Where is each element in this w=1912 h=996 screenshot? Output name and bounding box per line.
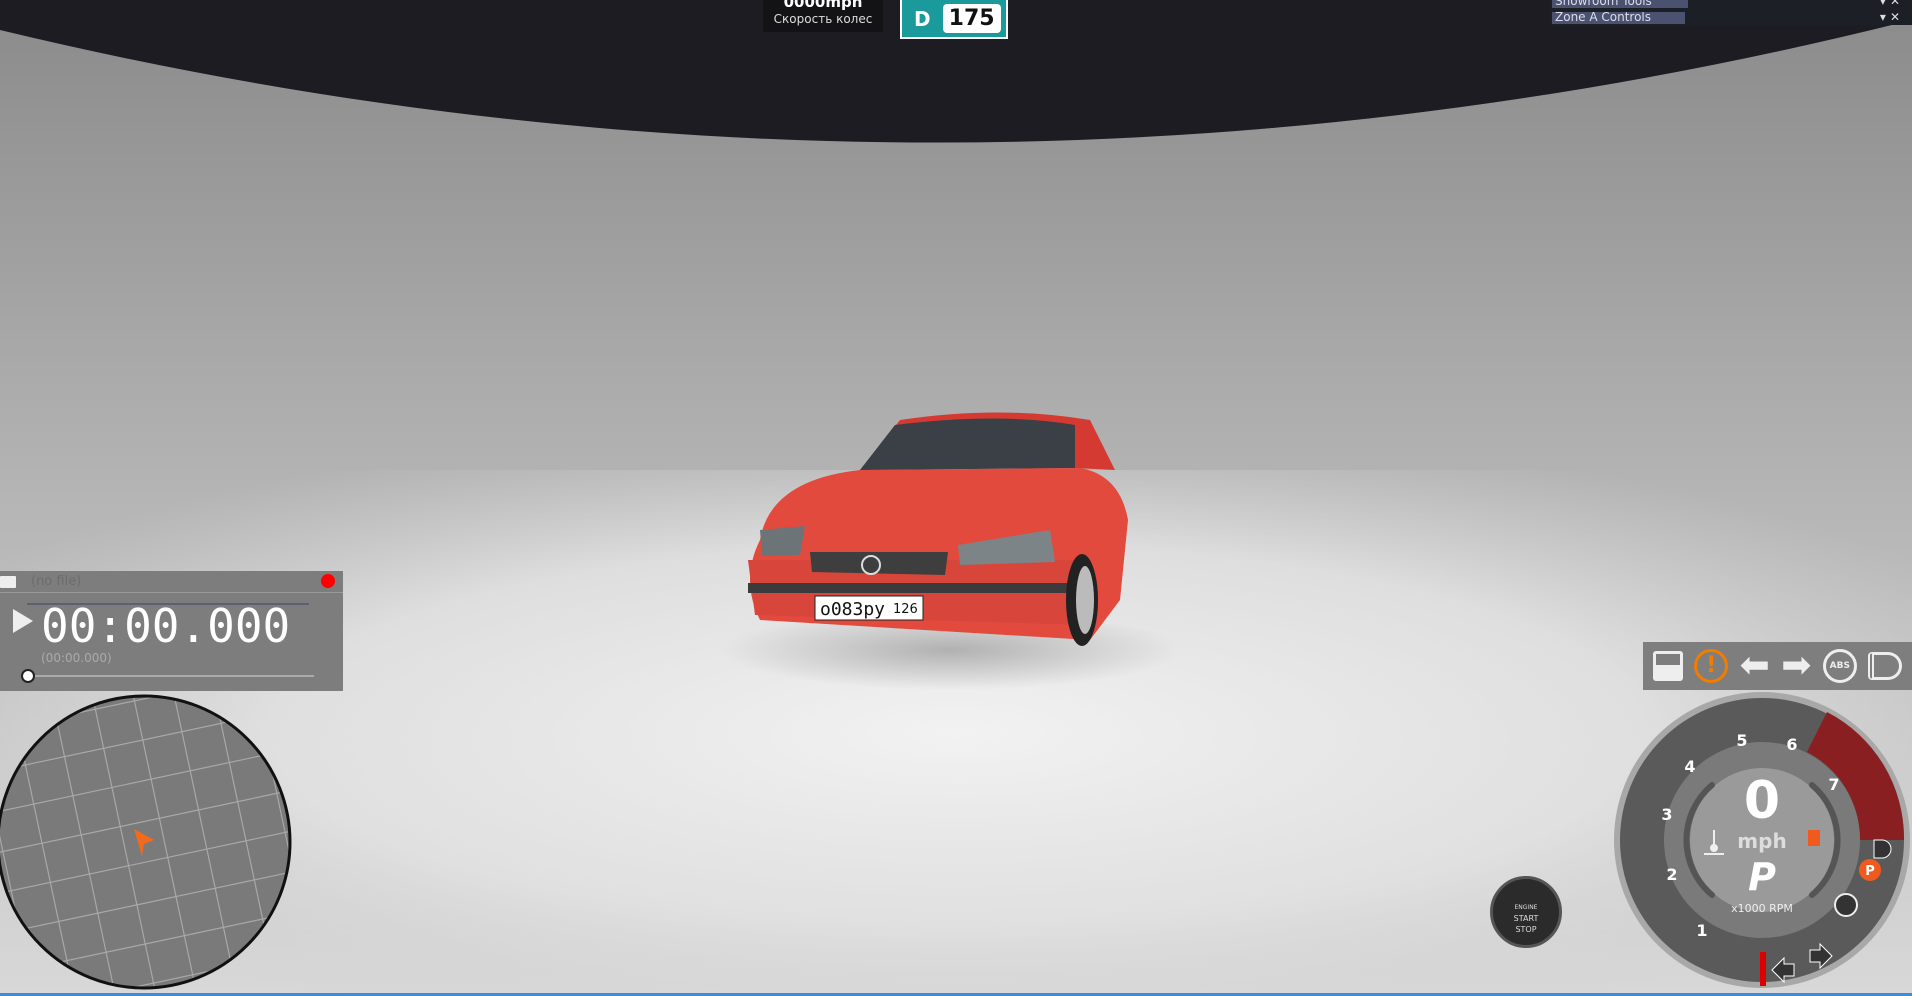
replay-seek-track[interactable] (28, 675, 314, 677)
replay-time: 00:00.000 (41, 599, 291, 653)
window-title[interactable]: Showroom Tools (1552, 0, 1688, 8)
window-controls[interactable]: ▾✕ (1880, 0, 1904, 7)
gear-display: D 175 (900, 0, 1008, 39)
rpm-tick: 1 (1696, 921, 1707, 940)
rpm-tick: 5 (1736, 731, 1747, 750)
svg-text:P: P (1865, 864, 1875, 879)
gear-value: 175 (942, 4, 1001, 33)
license-plate-region: 126 (893, 602, 918, 617)
gear-letter: D (914, 6, 931, 31)
fuel-icon (1652, 651, 1683, 681)
engine-start-stop-button[interactable]: ENGINE START STOP (1490, 876, 1562, 948)
divider (0, 592, 343, 593)
abs-warning-icon (1834, 893, 1858, 917)
folder-icon[interactable] (0, 576, 16, 588)
rpm-tick: 2 (1666, 865, 1677, 884)
replay-file[interactable]: (no file) (31, 574, 81, 589)
wheel-speed-display: 0000mph Скорость колес (763, 0, 883, 32)
stop-label: STOP (1515, 925, 1537, 934)
rpm-tick: 4 (1684, 757, 1695, 776)
minimap[interactable] (0, 692, 294, 992)
gear-indicator: P (1748, 855, 1776, 899)
abs-icon: ABS (1822, 649, 1857, 683)
rpm-label: x1000 RPM (1731, 902, 1793, 915)
highbeam-icon (1868, 652, 1903, 680)
wheel-speed-label: Скорость колес (773, 12, 873, 26)
ui-apps-panel: Showroom Tools ▾✕ Zone A Controls ▾✕ (1550, 0, 1912, 25)
headlight-icon (1873, 839, 1892, 859)
fuel-warning-icon (1808, 830, 1820, 846)
brake-warning-icon: ! (1694, 649, 1729, 683)
indicator-bar: ! ⬅ ➡ ABS (1643, 642, 1912, 690)
start-label: START (1513, 914, 1539, 923)
rpm-tick: 3 (1661, 805, 1672, 824)
replay-panel: (no file) 00:00.000 (00:00.000) (0, 571, 343, 691)
engine-label: ENGINE (1514, 904, 1538, 911)
speed-unit: mph (1737, 829, 1786, 853)
play-button[interactable] (13, 609, 33, 633)
license-plate: о083ру (820, 599, 885, 620)
rpm-tick: 6 (1786, 735, 1797, 754)
record-button[interactable] (321, 574, 335, 588)
window-zone-a-controls[interactable]: Zone A Controls ▾✕ (1552, 11, 1908, 24)
wheel-speed-value: 0000 (783, 0, 826, 11)
turn-left-icon: ⬅ (1739, 645, 1770, 686)
replay-seek-handle[interactable] (21, 669, 35, 683)
dashboard-gauge: 1 2 3 4 5 6 7 0 mph P x1000 RPM P (1614, 692, 1910, 988)
window-title[interactable]: Zone A Controls (1552, 12, 1685, 24)
window-showroom-tools[interactable]: Showroom Tools ▾✕ (1552, 0, 1908, 8)
window-controls[interactable]: ▾✕ (1880, 11, 1904, 23)
speed-value: 0 (1744, 771, 1780, 831)
rpm-needle (1760, 952, 1766, 986)
replay-total: (00:00.000) (41, 651, 112, 665)
turn-right-icon: ➡ (1781, 645, 1812, 686)
wheel-speed-unit: mph (825, 0, 863, 11)
rpm-tick: 7 (1828, 775, 1839, 794)
